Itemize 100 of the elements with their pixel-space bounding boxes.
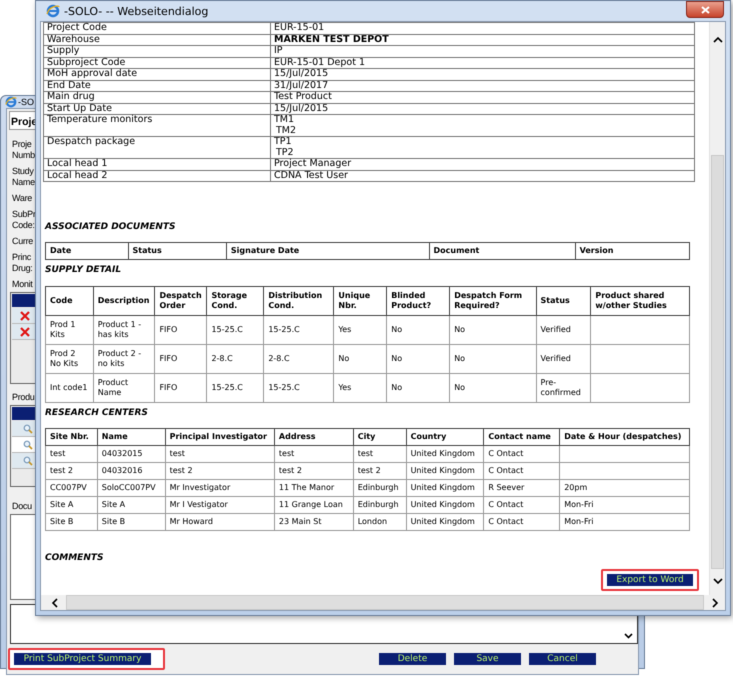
column-header: Blinded Product? bbox=[386, 286, 450, 316]
table-cell: No bbox=[450, 374, 536, 402]
table-cell: SoloCC007PV bbox=[97, 480, 166, 496]
table-cell: Yes bbox=[334, 374, 387, 402]
table-cell: Prod 1 Kits bbox=[46, 316, 94, 344]
field-value: EUR-15-01 Depot 1 bbox=[270, 57, 694, 68]
column-header: Version bbox=[575, 242, 690, 260]
browser-icon bbox=[46, 4, 60, 18]
table-cell: Site B bbox=[46, 514, 98, 530]
vertical-scrollbar[interactable] bbox=[709, 22, 725, 595]
field-value: MARKEN TEST DEPOT bbox=[270, 34, 694, 46]
table-cell: Mr Investigator bbox=[165, 480, 274, 496]
column-header: Description bbox=[93, 286, 155, 316]
field-value: TM1 TM2 bbox=[270, 114, 694, 136]
delete-icon[interactable] bbox=[20, 326, 30, 336]
export-button[interactable]: Export to Word bbox=[607, 574, 693, 586]
table-cell: C Ontact bbox=[484, 446, 560, 462]
table-cell: 11 Grange Loan bbox=[274, 496, 354, 514]
column-header: Address bbox=[274, 428, 354, 446]
table-cell: 15-25.C bbox=[206, 316, 264, 344]
field-label: Temperature monitors bbox=[44, 114, 270, 136]
table-cell: Mr I Vestigator bbox=[165, 496, 274, 514]
section-heading: COMMENTS bbox=[44, 553, 104, 563]
field-label: Docu bbox=[12, 501, 32, 512]
table-cell: R Seever bbox=[484, 480, 560, 496]
scrollbar-thumb[interactable] bbox=[711, 155, 724, 569]
column-header: Distribution Cond. bbox=[264, 286, 334, 316]
chevron-down-icon[interactable] bbox=[712, 578, 722, 585]
table-cell: 15-25.C bbox=[264, 374, 334, 402]
field-label: Subproject Code bbox=[44, 57, 270, 68]
field-label: Local head 2 bbox=[44, 170, 270, 182]
table-cell: test 2 bbox=[46, 462, 98, 480]
field-label: Ware bbox=[12, 193, 32, 204]
table-cell: test 2 bbox=[274, 462, 354, 480]
table-cell: Pre-confirmed bbox=[536, 374, 591, 402]
field-label: Project Code bbox=[44, 22, 270, 34]
column-header: City bbox=[353, 428, 406, 446]
column-header: Storage Cond. bbox=[206, 286, 264, 316]
field-value: TP1 TP2 bbox=[270, 136, 694, 158]
column-header: Signature Date bbox=[226, 242, 429, 260]
column-header: Date & Hour (despatches) bbox=[560, 428, 690, 446]
field-label: Curre bbox=[12, 236, 34, 247]
table-cell: test 2 bbox=[353, 462, 406, 480]
field-label: MoH approval date bbox=[44, 68, 270, 80]
column-header: Status bbox=[128, 242, 226, 260]
table-cell: No bbox=[334, 344, 387, 374]
magnifier-icon[interactable] bbox=[23, 424, 33, 434]
table-cell: Product 1 - has kits bbox=[93, 316, 155, 344]
chevron-left-icon[interactable] bbox=[51, 598, 58, 608]
table-cell: Site A bbox=[97, 496, 166, 514]
table-cell: C Ontact bbox=[484, 462, 560, 480]
section-heading: SUPPLY DETAIL bbox=[44, 265, 122, 275]
close-button[interactable] bbox=[686, 1, 724, 18]
table-cell: C Ontact bbox=[484, 514, 560, 530]
table-cell: FIFO bbox=[154, 344, 207, 374]
action-button[interactable]: Cancel bbox=[529, 653, 596, 665]
table-cell: FIFO bbox=[154, 374, 207, 402]
table-cell: test bbox=[165, 446, 274, 462]
table-cell: Yes bbox=[334, 316, 387, 344]
window-title: -SO bbox=[18, 97, 34, 107]
action-button[interactable]: Delete bbox=[379, 653, 446, 665]
column-header: Product shared w/other Studies bbox=[590, 286, 690, 316]
table-cell: 20pm bbox=[560, 480, 690, 496]
table-cell: 15-25.C bbox=[206, 374, 264, 402]
field-label: SubPr Code: bbox=[12, 209, 36, 231]
field-value: EUR-15-01 bbox=[270, 22, 694, 34]
field-value: IP bbox=[270, 46, 694, 57]
field-label: Despatch package bbox=[44, 136, 270, 158]
field-label: Supply bbox=[44, 46, 270, 57]
field-label: Monit bbox=[12, 279, 33, 290]
chevron-up-icon[interactable] bbox=[712, 36, 722, 43]
field-label: Study Name bbox=[12, 166, 35, 188]
table-cell: Product 2 - no kits bbox=[93, 344, 155, 374]
column-header: Document bbox=[429, 242, 576, 260]
print-button[interactable]: Print SubProject Summary bbox=[14, 653, 151, 665]
table-cell: Product Name bbox=[93, 374, 155, 402]
section-heading: ASSOCIATED DOCUMENTS bbox=[44, 222, 176, 232]
field-label: Start Up Date bbox=[44, 103, 270, 114]
table-cell: 15-25.C bbox=[264, 316, 334, 344]
table-cell: C Ontact bbox=[484, 496, 560, 514]
magnifier-icon[interactable] bbox=[23, 456, 33, 466]
field-label: Main drug bbox=[44, 92, 270, 103]
field-value: 15/Jul/2015 bbox=[270, 68, 694, 80]
table-cell: test 2 bbox=[165, 462, 274, 480]
field-label: Local head 1 bbox=[44, 158, 270, 170]
column-header: Country bbox=[406, 428, 484, 446]
action-button[interactable]: Save bbox=[454, 653, 521, 665]
table-cell: United Kingdom bbox=[406, 480, 484, 496]
column-header: Contact name bbox=[484, 428, 560, 446]
table-cell: No bbox=[386, 316, 450, 344]
table-cell: Edinburgh bbox=[353, 496, 406, 514]
table-cell: No bbox=[386, 374, 450, 402]
delete-icon[interactable] bbox=[20, 310, 30, 320]
table-cell: United Kingdom bbox=[406, 496, 484, 514]
chevron-right-icon[interactable] bbox=[712, 598, 719, 608]
column-header: Principal Investigator bbox=[165, 428, 274, 446]
table-cell: Mon-Fri bbox=[560, 514, 690, 530]
magnifier-icon[interactable] bbox=[23, 440, 33, 450]
column-header: Despatch Order bbox=[154, 286, 207, 316]
field-value: Test Product bbox=[270, 92, 694, 103]
